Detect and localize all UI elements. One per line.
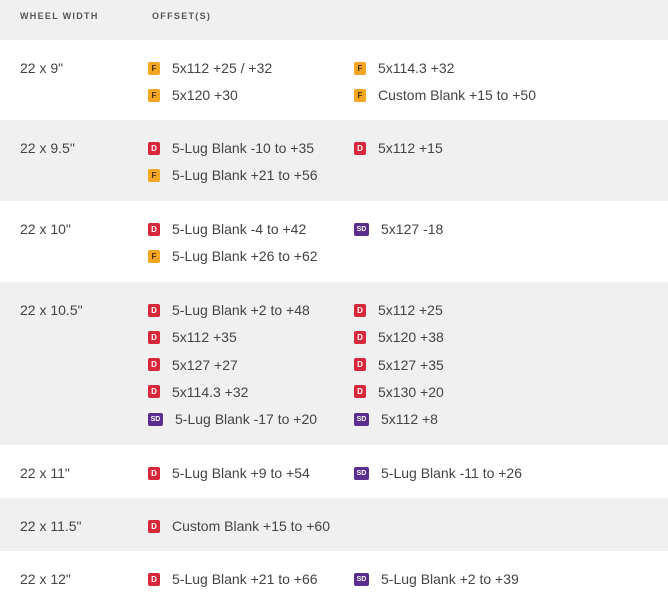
offsets-header: OFFSET(S) <box>152 11 212 21</box>
badge-icon: D <box>148 572 160 586</box>
offset-text: 5x112 +25 / +32 <box>172 60 273 76</box>
badge-icon: D <box>354 303 366 317</box>
table-row: 22 x 11" D 5-Lug Blank +9 to +54 SD 5-Lug Bl… <box>0 445 668 498</box>
badge-icon: D <box>148 141 160 155</box>
offset-entry: SD 5x127 -18 <box>354 220 443 238</box>
badge-icon: SD <box>354 412 369 426</box>
offset-entry: D 5x112 +15 <box>354 139 443 157</box>
offset-text: 5x120 +38 <box>378 329 444 346</box>
offset-entry: SD 5x112 +8 <box>354 410 438 428</box>
offset-text: 5x127 +35 <box>378 356 444 373</box>
offset-text: 5-Lug Blank -10 to +35 <box>172 140 315 156</box>
badge-icon: F <box>148 61 160 75</box>
offset-text: 5x112 +8 <box>381 411 438 428</box>
offset-entry: D 5-Lug Blank -4 to +42 <box>148 220 306 238</box>
badge-icon: F <box>354 88 366 102</box>
offset-text: 5x112 +15 <box>378 140 443 156</box>
badge-icon: D <box>148 466 160 480</box>
badge-icon: D <box>354 330 366 344</box>
badge-icon: D <box>354 141 366 155</box>
badge-icon: D <box>148 358 160 372</box>
badge-icon: SD <box>354 222 369 236</box>
badge-icon: D <box>354 385 366 399</box>
badge-icon: SD <box>148 412 163 426</box>
offset-text: 5-Lug Blank +2 to +39 <box>381 571 519 587</box>
badge-icon: F <box>148 88 160 102</box>
offset-text: Custom Blank +15 to +50 <box>378 87 536 104</box>
offset-entry: D 5x127 +27 <box>148 356 238 374</box>
offset-text: 5x112 +35 <box>172 329 237 346</box>
offset-entry: F 5x114.3 +32 <box>354 59 454 77</box>
badge-icon: F <box>148 249 160 263</box>
offset-text: 5-Lug Blank -4 to +42 <box>172 221 307 237</box>
offset-entry: D 5x112 +35 <box>148 328 237 346</box>
offset-text: 5x130 +20 <box>378 383 444 400</box>
offset-entry: F Custom Blank +15 to +50 <box>354 86 536 104</box>
table-row: 22 x 9.5" D 5-Lug Blank -10 to +35 D 5x112 +… <box>0 120 668 201</box>
table-row: 22 x 12" D 5-Lug Blank +21 to +66 SD 5-Lug B… <box>0 551 668 602</box>
badge-icon: D <box>148 222 160 236</box>
badge-icon: D <box>148 519 160 533</box>
table-row: 22 x 10.5" D 5-Lug Blank +2 to +48 D 5x112 +… <box>0 282 668 445</box>
offset-text: 5x114.3 +32 <box>378 60 455 76</box>
offset-text: 5-Lug Blank -17 to +20 <box>175 411 318 428</box>
offset-text: 5-Lug Blank -11 to +26 <box>381 465 523 481</box>
offset-entry: D 5x120 +38 <box>354 328 444 346</box>
table-row: 22 x 9" F 5x112 +25 / +32 F 5x114.3 +32 F 5x12… <box>0 40 668 120</box>
offset-entry: D 5-Lug Blank +9 to +54 <box>148 464 310 482</box>
offset-text: 5x127 +27 <box>172 356 238 373</box>
wheel-width-cell: 22 x 10.5" <box>20 302 83 318</box>
offset-entry: D 5x127 +35 <box>354 356 444 374</box>
badge-icon: SD <box>354 572 369 586</box>
offset-text: 5x112 +25 <box>378 302 443 318</box>
offset-entry: D Custom Blank +15 to +60 <box>148 517 330 535</box>
offset-text: 5x114.3 +32 <box>172 383 249 400</box>
wheel-width-header: WHEEL WIDTH <box>20 11 99 21</box>
badge-icon: D <box>148 303 160 317</box>
offset-text: 5-Lug Blank +9 to +54 <box>172 465 310 481</box>
offset-text: 5-Lug Blank +2 to +48 <box>172 302 310 318</box>
badge-icon: F <box>354 61 366 75</box>
offset-entry: SD 5-Lug Blank -17 to +20 <box>148 410 317 428</box>
offset-entry: SD 5-Lug Blank +2 to +39 <box>354 570 519 588</box>
badge-icon: F <box>148 168 160 182</box>
offset-entry: SD 5-Lug Blank -11 to +26 <box>354 464 522 482</box>
offset-entry: F 5-Lug Blank +26 to +62 <box>148 247 318 265</box>
offset-entry: D 5-Lug Blank +2 to +48 <box>148 301 310 319</box>
offset-table: WHEEL WIDTH OFFSET(S) 22 x 9" F 5x112 +25 … <box>0 0 668 602</box>
wheel-width-cell: 22 x 12" <box>20 571 71 587</box>
wheel-width-cell: 22 x 11" <box>20 465 70 481</box>
offset-text: 5x120 +30 <box>172 87 238 104</box>
badge-icon: D <box>354 358 366 372</box>
badge-icon: D <box>148 385 160 399</box>
offset-entry: D 5-Lug Blank -10 to +35 <box>148 139 314 157</box>
wheel-width-cell: 22 x 11.5" <box>20 518 82 534</box>
wheel-width-cell: 22 x 9" <box>20 60 64 76</box>
badge-icon: SD <box>354 466 369 480</box>
offset-entry: D 5-Lug Blank +21 to +66 <box>148 570 318 588</box>
wheel-width-cell: 22 x 10" <box>20 221 71 237</box>
offset-text: 5-Lug Blank +21 to +56 <box>172 167 318 184</box>
offset-entry: F 5x112 +25 / +32 <box>148 59 272 77</box>
badge-icon: D <box>148 330 160 344</box>
offset-text: 5x127 -18 <box>381 221 444 237</box>
table-row: 22 x 10" D 5-Lug Blank -4 to +42 SD 5x127 -1… <box>0 201 668 282</box>
offset-text: 5-Lug Blank +21 to +66 <box>172 571 318 587</box>
offset-entry: F 5x120 +30 <box>148 86 238 104</box>
offset-entry: F 5-Lug Blank +21 to +56 <box>148 166 318 184</box>
table-row: 22 x 11.5" D Custom Blank +15 to +60 <box>0 498 668 551</box>
offset-entry: D 5x112 +25 <box>354 301 443 319</box>
offset-text: Custom Blank +15 to +60 <box>172 518 330 534</box>
offset-entry: D 5x114.3 +32 <box>148 383 248 401</box>
offset-entry: D 5x130 +20 <box>354 383 444 401</box>
offset-text: 5-Lug Blank +26 to +62 <box>172 248 318 265</box>
wheel-width-cell: 22 x 9.5" <box>20 140 75 156</box>
table-header: WHEEL WIDTH OFFSET(S) <box>0 0 668 30</box>
